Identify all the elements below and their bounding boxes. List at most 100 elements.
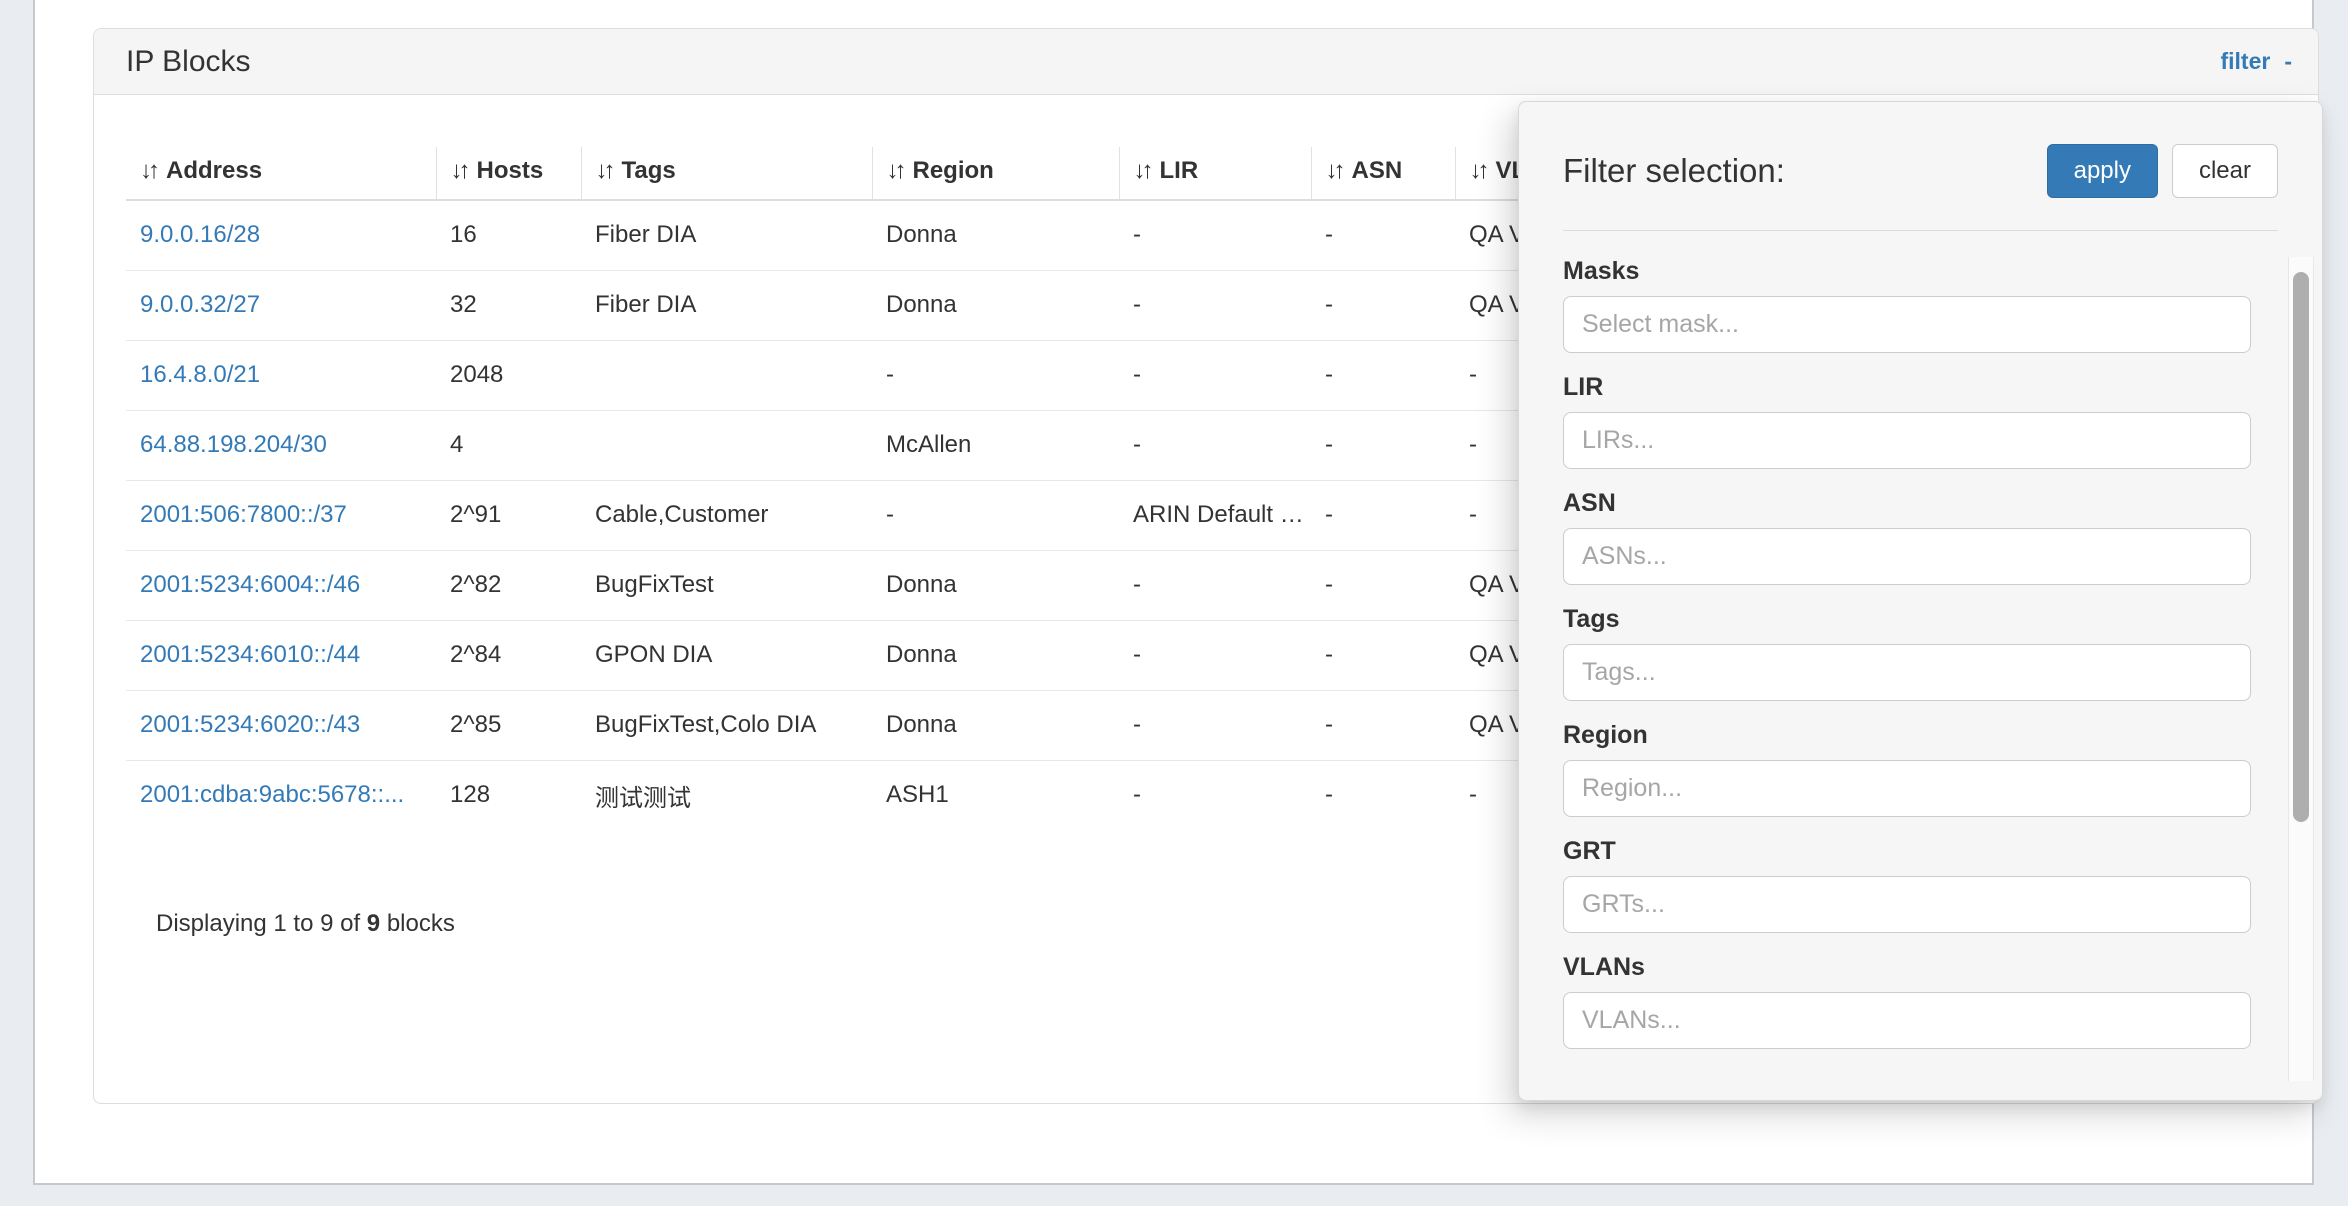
cell-hosts: 32: [436, 270, 581, 340]
column-header-tags[interactable]: ↓↑Tags: [581, 147, 872, 200]
cell-lir: -: [1119, 270, 1311, 340]
ip-block-link[interactable]: 2001:506:7800::/37: [140, 501, 347, 528]
ip-block-link[interactable]: 2001:cdba:9abc:5678::...: [140, 781, 404, 808]
cell-lir: -: [1119, 760, 1311, 830]
column-header-asn[interactable]: ↓↑ASN: [1311, 147, 1455, 200]
cell-asn: -: [1311, 410, 1455, 480]
cell-address: 2001:5234:6020::/43: [126, 690, 436, 760]
filter-panel-title: Filter selection:: [1563, 152, 1785, 190]
cell-hosts: 2048: [436, 340, 581, 410]
cell-asn: -: [1311, 340, 1455, 410]
asn-input[interactable]: [1563, 528, 2251, 585]
cell-lir: -: [1119, 410, 1311, 480]
asn-label: ASN: [1563, 489, 2251, 518]
grt-label: GRT: [1563, 837, 2251, 866]
cell-hosts: 16: [436, 200, 581, 270]
scrollbar-thumb[interactable]: [2293, 272, 2309, 822]
cell-address: 2001:506:7800::/37: [126, 480, 436, 550]
cell-hosts: 2^84: [436, 620, 581, 690]
cell-tags: BugFixTest,Colo DIA: [581, 690, 872, 760]
cell-tags: 测试测试: [581, 760, 872, 830]
lir-label: LIR: [1563, 373, 2251, 402]
column-header-hosts[interactable]: ↓↑ Hosts: [436, 147, 581, 200]
filter-toggle-link[interactable]: filter -: [2220, 48, 2292, 75]
filter-fields: Masks LIR ASN Tags Region GRT: [1519, 231, 2322, 1049]
cell-address: 2001:cdba:9abc:5678::...: [126, 760, 436, 830]
ip-block-link[interactable]: 2001:5234:6020::/43: [140, 711, 360, 738]
cell-lir: -: [1119, 620, 1311, 690]
tags-label: Tags: [1563, 605, 2251, 634]
ip-block-link[interactable]: 2001:5234:6010::/44: [140, 641, 360, 668]
pagination-total: 9: [367, 910, 380, 937]
filter-panel-header: Filter selection: apply clear: [1519, 102, 2322, 198]
column-label-region: Region: [913, 157, 994, 184]
lir-input[interactable]: [1563, 412, 2251, 469]
sort-icon: ↓↑: [1134, 157, 1150, 185]
filter-group-region: Region: [1563, 721, 2251, 817]
cell-address: 2001:5234:6010::/44: [126, 620, 436, 690]
ip-blocks-panel-header: IP Blocks filter -: [94, 29, 2318, 95]
vlans-label: VLANs: [1563, 953, 2251, 982]
cell-tags: [581, 410, 872, 480]
clear-button[interactable]: clear: [2172, 144, 2278, 198]
ip-block-link[interactable]: 9.0.0.32/27: [140, 291, 260, 318]
sort-icon: ↓↑: [451, 157, 467, 185]
cell-address: 64.88.198.204/30: [126, 410, 436, 480]
filter-scrollbar[interactable]: [2288, 257, 2314, 1081]
sort-icon: ↓↑: [140, 157, 156, 185]
cell-hosts: 2^85: [436, 690, 581, 760]
cell-address: 9.0.0.32/27: [126, 270, 436, 340]
cell-region: McAllen: [872, 410, 1119, 480]
sort-icon: ↓↑: [887, 157, 903, 185]
cell-asn: -: [1311, 550, 1455, 620]
cell-region: -: [872, 340, 1119, 410]
vlans-input[interactable]: [1563, 992, 2251, 1049]
masks-input[interactable]: [1563, 296, 2251, 353]
ip-block-link[interactable]: 9.0.0.16/28: [140, 221, 260, 248]
filter-selection-panel: Filter selection: apply clear Masks LIR …: [1518, 101, 2323, 1101]
cell-asn: -: [1311, 760, 1455, 830]
cell-lir: ARIN Default …: [1119, 480, 1311, 550]
ip-block-link[interactable]: 16.4.8.0/21: [140, 361, 260, 388]
cell-region: ASH1: [872, 760, 1119, 830]
column-header-lir[interactable]: ↓↑LIR: [1119, 147, 1311, 200]
pagination-prefix: Displaying 1 to 9 of: [156, 910, 367, 937]
column-label-tags: Tags: [622, 157, 676, 184]
cell-region: Donna: [872, 690, 1119, 760]
page-title: IP Blocks: [126, 45, 251, 79]
cell-tags: BugFixTest: [581, 550, 872, 620]
cell-lir: -: [1119, 340, 1311, 410]
column-label-asn: ASN: [1352, 157, 1403, 184]
cell-asn: -: [1311, 200, 1455, 270]
cell-region: Donna: [872, 270, 1119, 340]
column-label-address: Address: [166, 157, 262, 184]
column-header-address[interactable]: ↓↑ Address: [126, 147, 436, 200]
tags-input[interactable]: [1563, 644, 2251, 701]
masks-label: Masks: [1563, 257, 2251, 286]
cell-tags: Fiber DIA: [581, 270, 872, 340]
ip-block-link[interactable]: 2001:5234:6004::/46: [140, 571, 360, 598]
filter-group-tags: Tags: [1563, 605, 2251, 701]
grt-input[interactable]: [1563, 876, 2251, 933]
cell-tags: GPON DIA: [581, 620, 872, 690]
column-label-hosts: Hosts: [477, 157, 544, 184]
column-header-region[interactable]: ↓↑ Region: [872, 147, 1119, 200]
cell-tags: Cable,Customer: [581, 480, 872, 550]
filter-group-masks: Masks: [1563, 257, 2251, 353]
cell-asn: -: [1311, 620, 1455, 690]
region-input[interactable]: [1563, 760, 2251, 817]
cell-asn: -: [1311, 690, 1455, 760]
filter-group-lir: LIR: [1563, 373, 2251, 469]
apply-button[interactable]: apply: [2047, 144, 2158, 198]
sort-icon: ↓↑: [1470, 157, 1486, 185]
cell-region: Donna: [872, 620, 1119, 690]
filter-group-asn: ASN: [1563, 489, 2251, 585]
cell-asn: -: [1311, 480, 1455, 550]
ip-block-link[interactable]: 64.88.198.204/30: [140, 431, 327, 458]
pagination-suffix: blocks: [380, 910, 455, 937]
cell-tags: Fiber DIA: [581, 200, 872, 270]
filter-toggle-label: filter: [2220, 48, 2270, 75]
filter-button-row: apply clear: [2047, 144, 2278, 198]
cell-address: 16.4.8.0/21: [126, 340, 436, 410]
cell-address: 2001:5234:6004::/46: [126, 550, 436, 620]
